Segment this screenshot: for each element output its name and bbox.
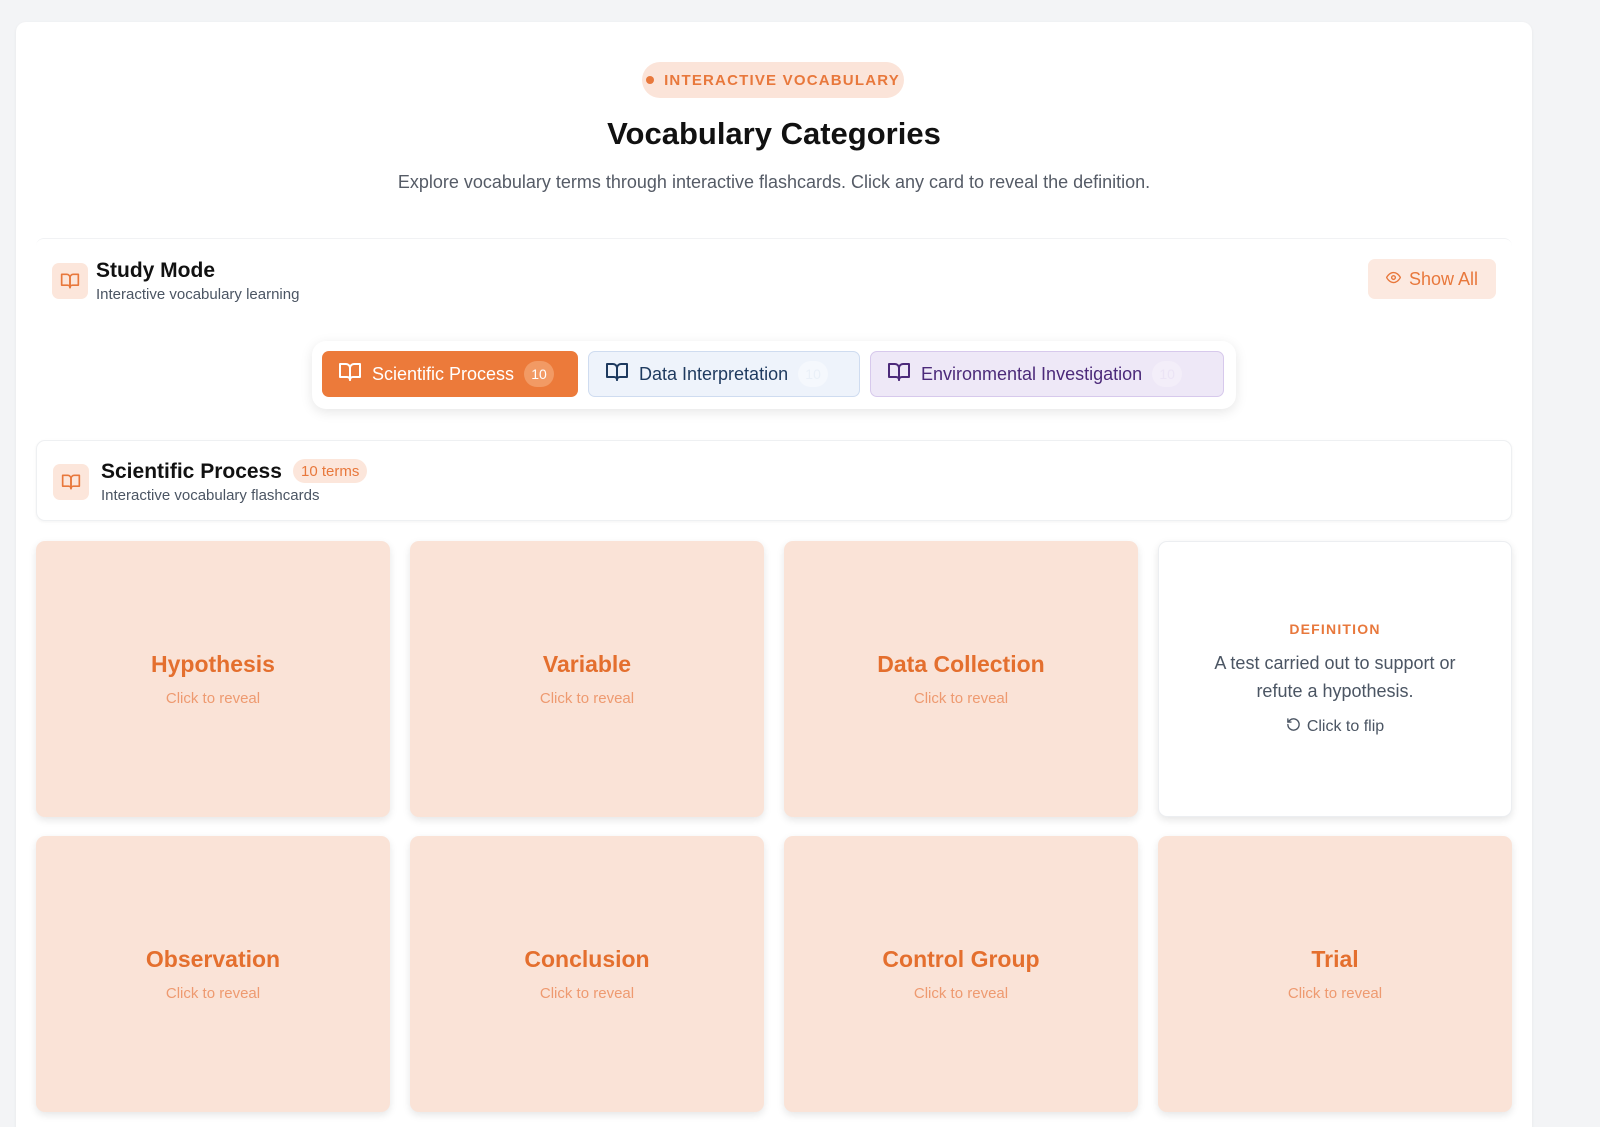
book-icon — [887, 360, 911, 389]
eye-icon — [1385, 269, 1402, 290]
card-term: Conclusion — [524, 946, 650, 972]
term-count-badge: 10 terms — [293, 459, 368, 483]
tab-environmental-investigation[interactable]: Environmental Investigation 10 — [870, 351, 1224, 397]
category-tabs: Scientific Process 10 Data Interpretatio… — [312, 341, 1236, 409]
card-term: Control Group — [882, 946, 1040, 972]
category-title: Scientific Process — [101, 460, 282, 483]
card-term: Trial — [1311, 946, 1359, 972]
tab-count-badge: 10 — [1152, 361, 1183, 387]
tab-count-badge: 10 — [798, 361, 829, 387]
flashcard-hypothesis[interactable]: Hypothesis Click to reveal — [36, 541, 390, 817]
pill-dot-icon — [646, 76, 655, 84]
show-all-button[interactable]: Show All — [1368, 259, 1496, 299]
flip-hint-label: Click to flip — [1306, 718, 1385, 735]
card-hint: Click to reveal — [1287, 985, 1383, 1002]
flip-hint: Click to flip — [1286, 717, 1384, 737]
card-term: Observation — [145, 946, 281, 972]
definition-text: A test carried out to support or refute … — [1214, 653, 1456, 701]
book-icon — [52, 263, 88, 299]
flashcard-conclusion[interactable]: Conclusion Click to reveal — [410, 836, 764, 1112]
page-title: Vocabulary Categories — [607, 116, 941, 151]
tab-label: Scientific Process — [372, 363, 515, 384]
study-mode-bar: Study Mode Interactive vocabulary learni… — [36, 238, 1512, 320]
card-term: Hypothesis — [151, 651, 275, 677]
card-hint: Click to reveal — [913, 690, 1009, 707]
card-hint: Click to reveal — [539, 985, 635, 1002]
tab-data-interpretation[interactable]: Data Interpretation 10 — [588, 351, 860, 397]
category-header: Scientific Process 10 terms Interactive … — [36, 440, 1512, 521]
study-mode-title: Study Mode — [96, 259, 215, 282]
flashcard-definition[interactable]: DEFINITION A test carried out to support… — [1158, 541, 1512, 817]
flashcard-variable[interactable]: Variable Click to reveal — [410, 541, 764, 817]
book-icon — [605, 360, 629, 389]
card-term: Data Collection — [877, 651, 1045, 677]
book-icon — [53, 464, 89, 500]
flashcard-data-collection[interactable]: Data Collection Click to reveal — [784, 541, 1138, 817]
page-subtitle: Explore vocabulary terms through interac… — [397, 172, 1151, 192]
flashcard-observation[interactable]: Observation Click to reveal — [36, 836, 390, 1112]
card-hint: Click to reveal — [165, 985, 261, 1002]
tab-scientific-process[interactable]: Scientific Process 10 — [322, 351, 578, 397]
rotate-icon — [1286, 717, 1301, 737]
definition-label: DEFINITION — [1289, 621, 1381, 637]
flashcard-trial[interactable]: Trial Click to reveal — [1158, 836, 1512, 1112]
card-hint: Click to reveal — [913, 985, 1009, 1002]
section-pill: INTERACTIVE VOCABULARY — [642, 62, 904, 98]
study-mode-subtitle: Interactive vocabulary learning — [96, 286, 300, 303]
flashcard-control-group[interactable]: Control Group Click to reveal — [784, 836, 1138, 1112]
show-all-label: Show All — [1408, 268, 1479, 289]
tab-label: Data Interpretation — [639, 363, 789, 384]
card-term: Variable — [542, 651, 632, 677]
pill-label: INTERACTIVE VOCABULARY — [664, 71, 900, 89]
card-hint: Click to reveal — [165, 690, 261, 707]
category-subtitle: Interactive vocabulary flashcards — [101, 487, 320, 504]
card-hint: Click to reveal — [539, 690, 635, 707]
tab-count-badge: 10 — [524, 361, 555, 387]
tab-label: Environmental Investigation — [921, 363, 1143, 384]
book-icon — [338, 360, 362, 389]
